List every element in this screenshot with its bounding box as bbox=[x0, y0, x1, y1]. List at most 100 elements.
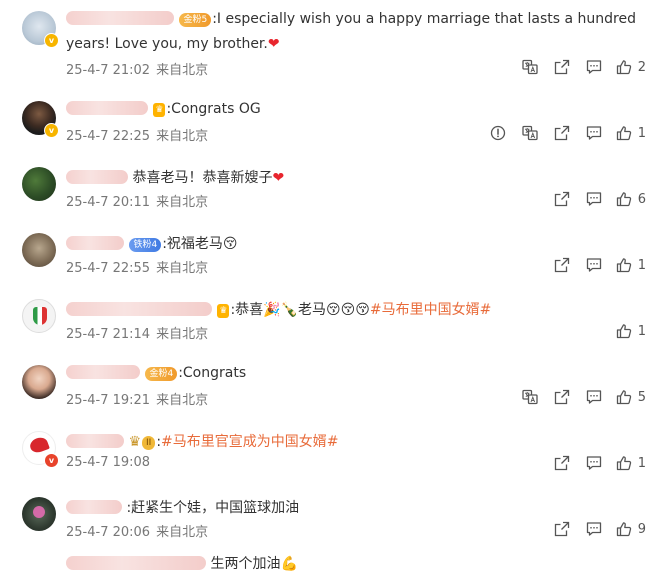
translate-icon[interactable] bbox=[520, 387, 540, 407]
like-count: 2 bbox=[637, 59, 646, 75]
hashtag-link[interactable]: #马布里官宣成为中国女婿# bbox=[161, 434, 338, 450]
like-count: 1 bbox=[637, 323, 646, 339]
comment-date: 25-4-7 21:14 bbox=[66, 327, 151, 342]
comment-location: 来自北京 bbox=[156, 63, 209, 78]
comment-text: :恭喜 bbox=[230, 302, 264, 318]
like-button[interactable]: 1 bbox=[616, 323, 646, 339]
share-icon[interactable] bbox=[552, 123, 572, 143]
report-icon[interactable] bbox=[488, 123, 508, 143]
smile-emoji: 😚 bbox=[222, 236, 238, 252]
crown-icon: ♛ bbox=[128, 434, 142, 450]
like-button[interactable]: 6 bbox=[616, 191, 646, 207]
comment-text-continued: years! Love you, my brother. bbox=[66, 36, 268, 52]
comment-date: 25-4-7 22:55 bbox=[66, 261, 151, 276]
comment-icon[interactable] bbox=[584, 387, 604, 407]
thumbs-up-icon bbox=[616, 59, 632, 75]
comment-date: 25-4-7 20:06 bbox=[66, 525, 151, 540]
comment-icon[interactable] bbox=[584, 255, 604, 275]
share-icon[interactable] bbox=[552, 189, 572, 209]
blurred-username[interactable] bbox=[66, 236, 124, 250]
comment-text: 恭喜老马！恭喜新嫂子 bbox=[132, 170, 273, 186]
heart-emoji: ❤ bbox=[267, 36, 280, 52]
avatar[interactable]: v bbox=[22, 11, 59, 48]
like-count: 6 bbox=[637, 191, 646, 207]
avatar[interactable] bbox=[22, 497, 56, 531]
heart-emoji: ❤ bbox=[272, 170, 285, 186]
avatar[interactable] bbox=[22, 167, 56, 201]
blurred-username[interactable] bbox=[66, 101, 148, 115]
share-icon[interactable] bbox=[552, 453, 572, 473]
translate-icon[interactable] bbox=[520, 57, 540, 77]
like-count: 1 bbox=[637, 455, 646, 471]
fan-badge: 金粉4 bbox=[145, 367, 178, 381]
like-button[interactable]: 1 bbox=[616, 257, 646, 273]
blurred-username[interactable] bbox=[66, 11, 174, 25]
comment-date: 25-4-7 19:08 bbox=[66, 455, 151, 470]
comment-actions: 5 bbox=[508, 387, 646, 407]
comment-date: 25-4-7 21:02 bbox=[66, 63, 151, 78]
like-count: 1 bbox=[637, 125, 646, 141]
like-count: 9 bbox=[637, 521, 646, 537]
share-icon[interactable] bbox=[552, 255, 572, 275]
avatar[interactable] bbox=[22, 299, 56, 333]
blurred-username[interactable] bbox=[66, 500, 122, 514]
thumbs-up-icon bbox=[616, 323, 632, 339]
comment-actions: 1 bbox=[476, 123, 646, 143]
share-icon[interactable] bbox=[552, 387, 572, 407]
comment-icon[interactable] bbox=[584, 57, 604, 77]
comment-actions: 1 bbox=[540, 453, 646, 473]
comment-location: 来自北京 bbox=[156, 195, 209, 210]
comment-location: 来自北京 bbox=[156, 393, 209, 408]
comment-icon[interactable] bbox=[584, 453, 604, 473]
avatar[interactable] bbox=[22, 233, 56, 267]
comment-actions: 9 bbox=[540, 519, 646, 539]
comment-date: 25-4-7 19:21 bbox=[66, 393, 151, 408]
crown-badge-icon: ♛ bbox=[217, 304, 230, 318]
comment-date: 25-4-7 22:25 bbox=[66, 129, 151, 144]
share-icon[interactable] bbox=[552, 519, 572, 539]
avatar[interactable] bbox=[22, 365, 56, 399]
comment-icon[interactable] bbox=[584, 189, 604, 209]
avatar[interactable]: v bbox=[22, 431, 59, 468]
like-button[interactable]: 2 bbox=[616, 59, 646, 75]
thumbs-up-icon bbox=[616, 389, 632, 405]
avatar[interactable]: v bbox=[22, 101, 59, 138]
like-button[interactable]: 1 bbox=[616, 125, 646, 141]
hashtag-link[interactable]: #马布里中国女婿# bbox=[370, 302, 491, 318]
like-count: 1 bbox=[637, 257, 646, 273]
comment-icon[interactable] bbox=[584, 519, 604, 539]
crown-badge-icon: ♛ bbox=[153, 103, 166, 117]
blurred-username[interactable] bbox=[66, 170, 128, 184]
comment-location: 来自北京 bbox=[156, 327, 209, 342]
blurred-username[interactable] bbox=[66, 365, 140, 379]
fan-badge: 金粉5 bbox=[179, 13, 212, 27]
smile-emoji: 😚😚😚 bbox=[326, 302, 370, 318]
comment-actions: 1 bbox=[604, 321, 646, 341]
comment-text: :赶紧生个娃，中国篮球加油 bbox=[126, 500, 300, 516]
blurred-username[interactable] bbox=[66, 302, 212, 316]
comment-actions: 1 bbox=[540, 255, 646, 275]
thumbs-up-icon bbox=[616, 521, 632, 537]
like-button[interactable]: 9 bbox=[616, 521, 646, 537]
comment-actions: 6 bbox=[540, 189, 646, 209]
blurred-username[interactable] bbox=[66, 556, 206, 570]
thumbs-up-icon bbox=[616, 191, 632, 207]
like-button[interactable]: 1 bbox=[616, 455, 646, 471]
fan-badge: 铁粉4 bbox=[129, 238, 162, 252]
comment-text: :Congrats OG bbox=[166, 101, 261, 117]
blurred-username[interactable] bbox=[66, 434, 124, 448]
comment-location: 来自北京 bbox=[156, 129, 209, 144]
comment-location: 来自北京 bbox=[156, 261, 209, 276]
muscle-emoji: 💪 bbox=[280, 556, 298, 572]
comment-actions: 2 bbox=[508, 57, 646, 77]
share-icon[interactable] bbox=[552, 57, 572, 77]
thumbs-up-icon bbox=[616, 455, 632, 471]
comment-icon[interactable] bbox=[584, 123, 604, 143]
translate-icon[interactable] bbox=[520, 123, 540, 143]
comment-text: 生两个加油 bbox=[210, 556, 281, 572]
verified-badge-icon: v bbox=[44, 453, 59, 468]
like-button[interactable]: 5 bbox=[616, 389, 646, 405]
comment-date: 25-4-7 20:11 bbox=[66, 195, 151, 210]
like-count: 5 bbox=[637, 389, 646, 405]
comment-list: v 金粉5:I especially wish you a happy marr… bbox=[0, 0, 660, 573]
